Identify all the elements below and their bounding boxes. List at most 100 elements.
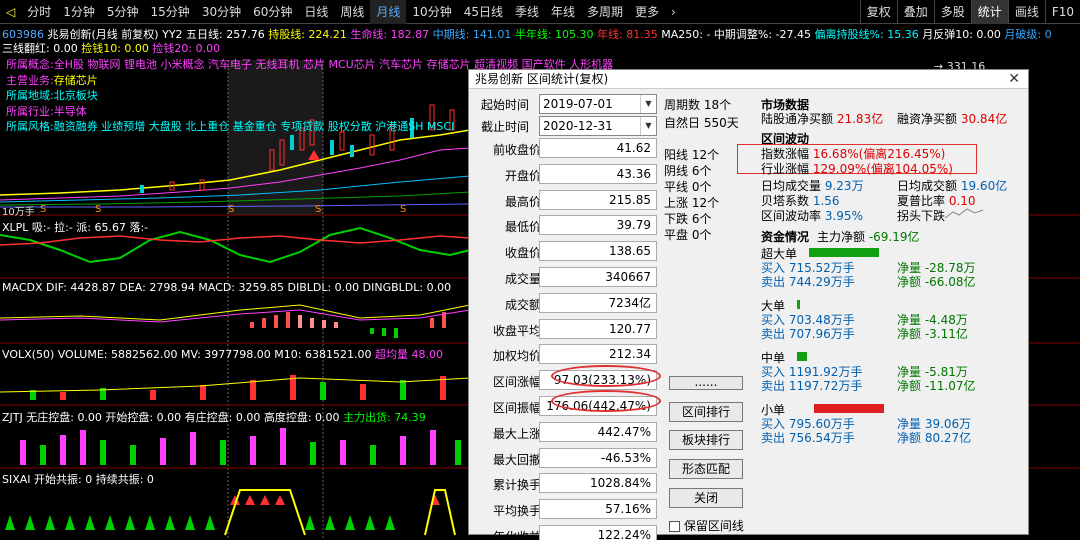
field-label: 收盘价: [504, 246, 541, 261]
signal-three: 三线翻红: 0.00: [2, 42, 78, 55]
signal-line: 三线翻红: 0.00 捡钱10: 0.00 捡钱20: 0.00: [2, 40, 220, 56]
group-bar: [814, 404, 884, 413]
volatility-value: 3.95%: [824, 209, 863, 223]
group-bar: [797, 352, 807, 361]
highlight-ellipse-2: [551, 390, 661, 412]
chevron-down-icon[interactable]: ▼: [640, 95, 656, 113]
group-sell: 卖出 707.96万手: [761, 327, 855, 341]
group-bar: [809, 248, 879, 257]
keep-range-checkbox[interactable]: 保留区间线: [669, 517, 744, 534]
field-label: 最大上涨: [492, 426, 541, 441]
highlight-ellipse-1: [551, 365, 661, 387]
field-label: 收盘平均: [492, 323, 541, 338]
zjtj-extra: 主力出货: 74.39: [343, 411, 426, 424]
field-label: 开盘价: [504, 168, 541, 183]
ma250-line: MA250: - 中期调整%: -27.45: [661, 28, 812, 41]
year-line: 年线: 81.35: [597, 28, 658, 41]
sector-rank-button[interactable]: 板块排行: [669, 430, 743, 450]
start-date-value: 2019-07-01: [543, 97, 613, 111]
month-break: 月破级: 0: [1004, 28, 1052, 41]
xlpl-line-red: [0, 235, 471, 246]
region-value: 北京板块: [53, 89, 98, 102]
margin-buy-value: 21.83亿: [836, 112, 884, 126]
biz-value: 存储芯片: [53, 73, 98, 87]
group-net-amount: 净额 -3.11亿: [897, 327, 968, 341]
group-bar: [797, 300, 800, 309]
industry-change: 行业涨幅 129.09%(偏离104.05%): [761, 160, 953, 177]
checkbox-icon[interactable]: [669, 521, 680, 532]
range-stats-dialog: 兆易创新 区间统计(复权) ✕ 起始时间 2019-07-01 ▼ 截止时间 20…: [468, 69, 1029, 540]
avg-amount-label: 日均成交额: [897, 179, 958, 193]
field-value: 43.36: [539, 163, 657, 184]
start-date-input[interactable]: 2019-07-01 ▼: [539, 94, 657, 114]
close-button[interactable]: 关闭: [669, 488, 743, 508]
volatility: 区间波动率 3.95%: [761, 207, 863, 224]
zjtj-title: ZJTJ 无庄控盘: 0.00 开始控盘: 0.00 有庄控盘: 0.00 高度…: [2, 409, 426, 425]
start-label: 起始时间: [481, 98, 530, 112]
count-item: 阴线 6个: [664, 164, 712, 178]
count-item: 下跌 6个: [664, 212, 712, 226]
beta-value: 1.56: [812, 194, 840, 208]
chevron-down-icon[interactable]: ▼: [640, 117, 656, 135]
avg-volume-label: 日均成交量: [761, 179, 822, 193]
industry-label: 所属行业:: [6, 104, 54, 118]
svg-text:S: S: [228, 204, 234, 215]
group-net-amount: 净额 -66.08亿: [897, 275, 976, 289]
field-value: 212.34: [539, 344, 657, 365]
ellipsis-button[interactable]: ......: [669, 376, 743, 390]
field-label: 年化收益: [492, 530, 541, 540]
bias-line: 偏离持股线%: 15.36: [814, 28, 919, 41]
pattern-match-button[interactable]: 形态匹配: [669, 459, 743, 479]
field-value: 340667: [539, 267, 657, 287]
group-net-amount: 净额 -11.07亿: [897, 379, 976, 393]
inflection: 拐头下跌: [897, 209, 946, 223]
group-net-amount: 净额 80.27亿: [897, 431, 972, 445]
dialog-title: 兆易创新 区间统计(复权): [469, 70, 1028, 89]
svg-text:S: S: [315, 204, 321, 215]
fund-title: 资金情况: [761, 230, 810, 244]
fin-buy: 融资净买额 30.84亿: [897, 110, 1007, 127]
volatility-label: 区间波动率: [761, 209, 822, 223]
life-line: 生命线: 182.87: [350, 28, 430, 41]
count-item: 阳线 12个: [664, 148, 720, 162]
field-label: 区间涨幅: [492, 375, 541, 390]
svg-text:S: S: [95, 204, 101, 215]
main-net-label: 主力净额: [817, 230, 866, 244]
concept-label: 所属概念:: [6, 58, 54, 71]
trend-sparkline-icon: [945, 208, 984, 219]
mid-line: 中期线: 141.01: [432, 28, 512, 41]
field-value: 120.77: [539, 318, 657, 339]
half-line: 半年线: 105.30: [514, 28, 594, 41]
field-value: 57.16%: [539, 499, 657, 520]
sharpe-label: 夏普比率: [897, 194, 946, 208]
macd-title: MACDX DIF: 4428.87 DEA: 2798.94 MACD: 32…: [2, 281, 452, 294]
sixai-band-2: [424, 489, 456, 536]
margin-buy-label: 陆股通净买额: [761, 112, 834, 126]
field-label: 加权均价: [492, 349, 541, 364]
signal-pick20: 捡钱20: 0.00: [152, 42, 221, 55]
field-value: 122.24%: [539, 525, 657, 540]
sixai-arrows: [5, 495, 440, 530]
y-axis-unit: 10万手: [2, 207, 35, 218]
beta-label: 贝塔系数: [761, 194, 810, 208]
field-value: -46.53%: [539, 447, 657, 468]
industry-value: 半导体: [53, 104, 87, 118]
field-value: 442.47%: [539, 421, 657, 442]
volx-text: VOLX(50) VOLUME: 5882562.00 MV: 3977798.…: [2, 348, 372, 361]
field-label: 区间振幅: [492, 401, 541, 415]
field-value: 7234亿: [539, 292, 657, 313]
end-date-input[interactable]: 2020-12-31 ▼: [539, 116, 657, 136]
industry-change-value: 129.09%(偏离104.05%): [812, 162, 953, 176]
field-value: 39.79: [539, 215, 657, 236]
fin-buy-value: 30.84亿: [960, 112, 1008, 126]
fin-buy-label: 融资净买额: [897, 112, 958, 126]
volx-extra: 超均量 48.00: [374, 348, 443, 361]
range-rank-button[interactable]: 区间排行: [669, 402, 743, 422]
volx-mv: [0, 377, 471, 393]
field-label: 累计换手: [492, 478, 541, 493]
signal-pick10: 捡钱10: 0.00: [81, 42, 149, 55]
field-label: 最低价: [504, 220, 541, 235]
biz-label: 主营业务:: [6, 73, 54, 87]
index-change-value: 16.68%(偏离216.45%): [812, 147, 946, 161]
close-icon[interactable]: ✕: [1008, 71, 1020, 87]
